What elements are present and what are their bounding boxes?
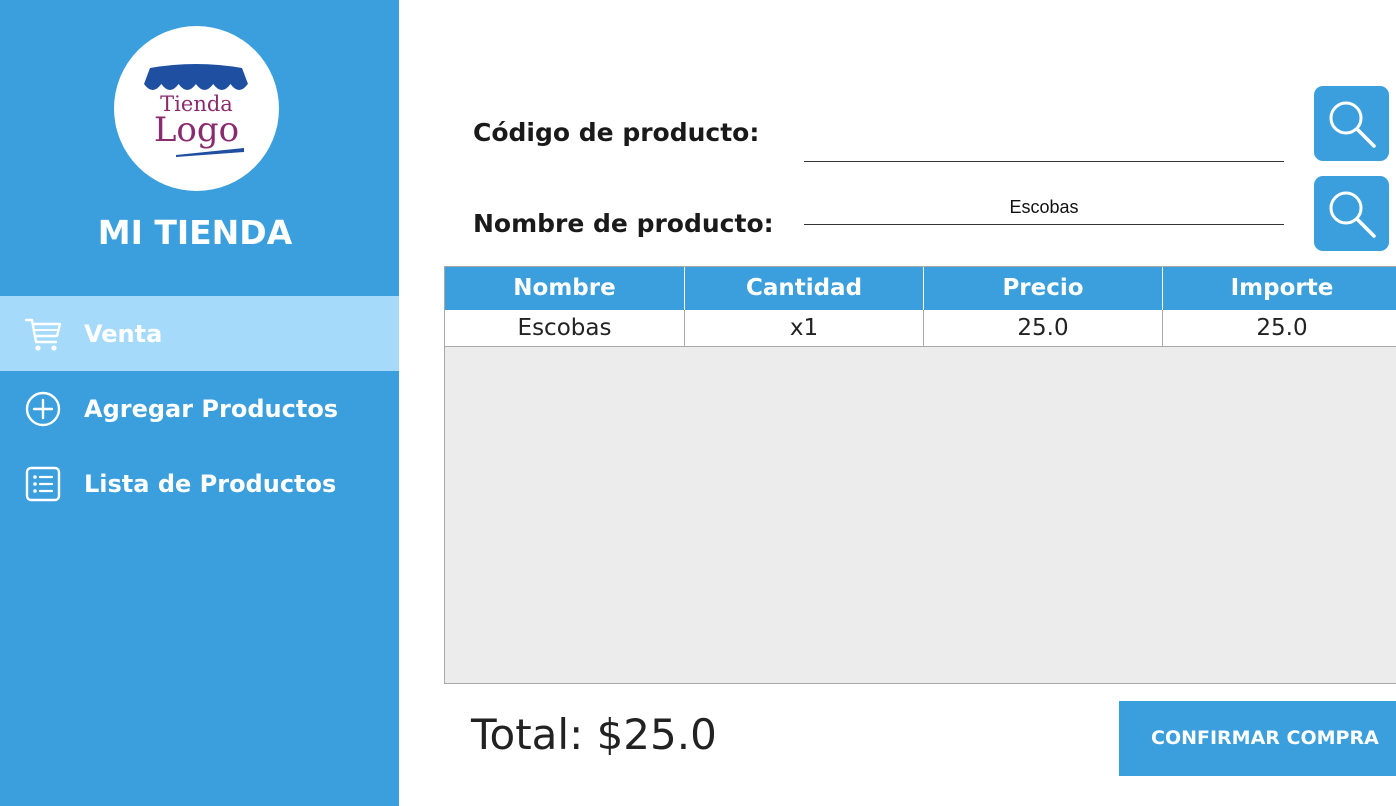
- cell-cantidad: x1: [684, 310, 923, 346]
- table-header: Nombre Cantidad Precio Importe: [445, 267, 1396, 310]
- store-name: MI TIENDA: [97, 213, 293, 252]
- sidebar: Tienda Logo MI TIENDA Venta Agregar Prod…: [0, 0, 399, 806]
- search-by-code-button[interactable]: [1314, 86, 1389, 161]
- logo-text-logo: Logo: [153, 110, 240, 150]
- sidebar-item-label: Venta: [84, 320, 163, 348]
- confirm-purchase-button[interactable]: CONFIRMAR COMPRA: [1119, 701, 1396, 776]
- column-header-nombre[interactable]: Nombre: [445, 267, 684, 310]
- product-code-input[interactable]: [804, 127, 1284, 162]
- table-row[interactable]: Escobas x1 25.0 25.0: [445, 310, 1396, 347]
- list-icon: [25, 466, 61, 502]
- sidebar-item-label: Agregar Productos: [84, 395, 339, 423]
- sidebar-item-venta[interactable]: Venta: [0, 296, 399, 371]
- column-header-cantidad[interactable]: Cantidad: [684, 267, 923, 310]
- product-name-label: Nombre de producto:: [473, 209, 774, 238]
- store-logo: Tienda Logo: [114, 26, 279, 191]
- cell-importe: 25.0: [1162, 310, 1396, 346]
- search-icon: [1329, 101, 1376, 148]
- cell-nombre: Escobas: [517, 315, 612, 341]
- cart-table[interactable]: Nombre Cantidad Precio Importe Escobas x…: [444, 266, 1396, 684]
- search-by-name-button[interactable]: [1314, 176, 1389, 251]
- sidebar-item-label: Lista de Productos: [84, 470, 337, 498]
- cell-precio: 25.0: [923, 310, 1162, 346]
- sidebar-item-agregar-productos[interactable]: Agregar Productos: [0, 371, 399, 446]
- product-code-label: Código de producto:: [473, 118, 760, 147]
- total-amount: Total: $25.0: [471, 710, 717, 759]
- cart-icon: [24, 318, 62, 351]
- column-header-precio[interactable]: Precio: [923, 267, 1162, 310]
- product-name-input[interactable]: [804, 190, 1284, 225]
- sidebar-item-lista-de-productos[interactable]: Lista de Productos: [0, 446, 399, 521]
- plus-circle-icon: [25, 391, 61, 427]
- search-icon: [1329, 191, 1376, 238]
- column-header-importe[interactable]: Importe: [1162, 267, 1396, 310]
